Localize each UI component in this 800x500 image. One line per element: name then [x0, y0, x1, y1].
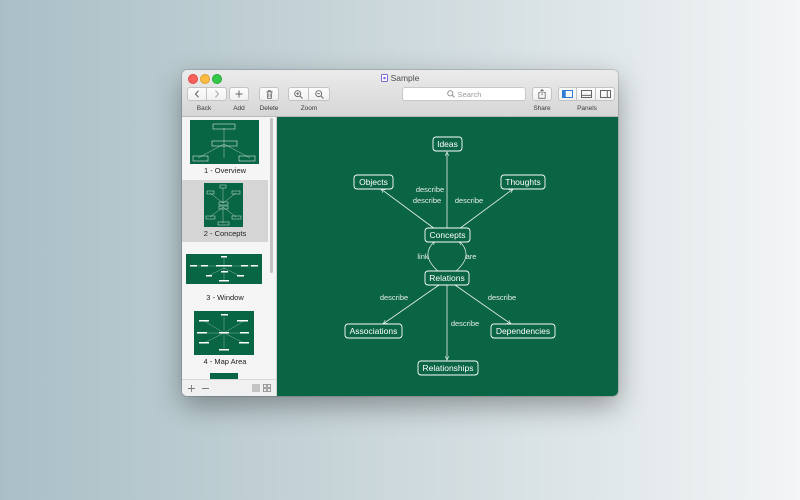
map-canvas[interactable]: describe describe describe link are desc… [277, 117, 618, 396]
add-label: Add [233, 105, 245, 112]
zoom-out-button[interactable] [309, 87, 330, 101]
edge-label: describe [455, 196, 483, 205]
sidebar-item-overview[interactable]: 1 - Overview [182, 117, 268, 179]
grid-view-icon[interactable] [263, 384, 271, 392]
sidebar-scrollbar[interactable] [270, 118, 273, 273]
sidebar-item-label: 1 - Overview [203, 166, 247, 175]
search-placeholder: Search [457, 89, 482, 99]
back-label: Back [196, 105, 212, 112]
sidebar-item-window[interactable]: 3 - Window [182, 244, 268, 306]
toolbar: Sample Back Add Delete Zoom Search Share… [182, 70, 618, 117]
node-label: Relations [429, 273, 464, 283]
sidebar-item-concepts[interactable]: 2 - Concepts [182, 180, 268, 242]
node-ideas[interactable]: Ideas [432, 136, 463, 152]
sidebar-item-map-area[interactable]: 4 - Map Area [182, 307, 268, 369]
node-associations[interactable]: Associations [344, 323, 403, 339]
concept-map: describe describe describe link are desc… [344, 136, 556, 376]
edge-relations-associations [383, 284, 440, 324]
node-label: Concepts [430, 230, 466, 240]
search-icon [446, 90, 455, 98]
node-relationships[interactable]: Relationships [417, 360, 479, 376]
add-button[interactable] [229, 87, 249, 101]
right-panel-toggle[interactable] [596, 87, 615, 101]
sidebar-item-label: 3 - Window [206, 293, 244, 302]
node-label: Dependencies [496, 326, 550, 336]
list-view-icon[interactable] [252, 384, 260, 392]
thumbnail-preview [197, 314, 249, 351]
zoom-label: Zoom [300, 105, 318, 112]
map-thumbnail [204, 183, 243, 227]
edge-label: describe [413, 196, 441, 205]
node-label: Relationships [422, 363, 473, 373]
node-objects[interactable]: Objects [353, 174, 394, 190]
edge-loop-link [427, 241, 440, 273]
node-label: Thoughts [505, 177, 540, 187]
window-title: Sample [182, 73, 618, 83]
node-label: Objects [359, 177, 388, 187]
chevron-right-icon [214, 90, 219, 98]
edge-label: describe [488, 293, 516, 302]
back-button[interactable] [187, 87, 207, 101]
back-forward-control [187, 87, 227, 101]
node-dependencies[interactable]: Dependencies [490, 323, 556, 339]
share-label: Share [533, 105, 551, 112]
zoom-out-icon [314, 89, 324, 99]
edge-label: describe [380, 293, 408, 302]
trash-icon [266, 89, 272, 99]
plus-icon[interactable] [188, 385, 195, 392]
edge-label: describe [451, 319, 479, 328]
map-thumbnail [190, 120, 259, 164]
node-label: Associations [350, 326, 398, 336]
delete-button[interactable] [259, 87, 279, 101]
forward-button[interactable] [207, 87, 227, 101]
share-icon [538, 89, 546, 99]
zoom-in-icon [294, 89, 303, 99]
sidebar-right-icon [599, 90, 611, 98]
node-concepts[interactable]: Concepts [424, 227, 471, 243]
edge-label: are [466, 252, 477, 261]
sidebar-item-label: 4 - Map Area [203, 357, 247, 366]
minus-icon[interactable] [202, 385, 209, 392]
node-thoughts[interactable]: Thoughts [500, 174, 546, 190]
delete-label: Delete [259, 105, 279, 112]
edge-concepts-thoughts [458, 189, 513, 230]
sidebar-item-label: 2 - Concepts [203, 229, 247, 238]
node-label: Ideas [437, 139, 458, 149]
zoom-control [288, 87, 330, 101]
edge-loop-are [454, 241, 467, 273]
thumbnail-preview [192, 123, 256, 162]
app-window: Sample Back Add Delete Zoom Search Share… [182, 70, 618, 396]
map-thumbnail [194, 311, 254, 355]
node-relations[interactable]: Relations [424, 270, 470, 286]
bottom-panel-toggle[interactable] [577, 87, 596, 101]
panels-control [558, 87, 615, 101]
thumbnail-preview [205, 184, 242, 226]
edge-label: describe [416, 185, 444, 194]
edge-concepts-objects [381, 189, 436, 230]
map-thumbnail [186, 254, 262, 284]
panel-bottom-icon [580, 90, 592, 98]
left-panel-toggle[interactable] [558, 87, 577, 101]
share-button[interactable] [532, 87, 552, 101]
search-field[interactable]: Search [402, 87, 526, 101]
window-title-text: Sample [390, 73, 420, 83]
plus-icon [235, 90, 243, 98]
panels-label: Panels [577, 105, 597, 112]
document-icon [380, 74, 388, 82]
sidebar-left-icon [562, 90, 573, 98]
sidebar-footer [182, 379, 276, 396]
edge-label: link [417, 252, 429, 261]
chevron-left-icon [194, 90, 199, 98]
slides-sidebar: 1 - Overview 2 - Concepts 3 - Window 4 -… [182, 117, 277, 396]
thumbnail-preview [190, 256, 258, 282]
zoom-in-button[interactable] [288, 87, 309, 101]
